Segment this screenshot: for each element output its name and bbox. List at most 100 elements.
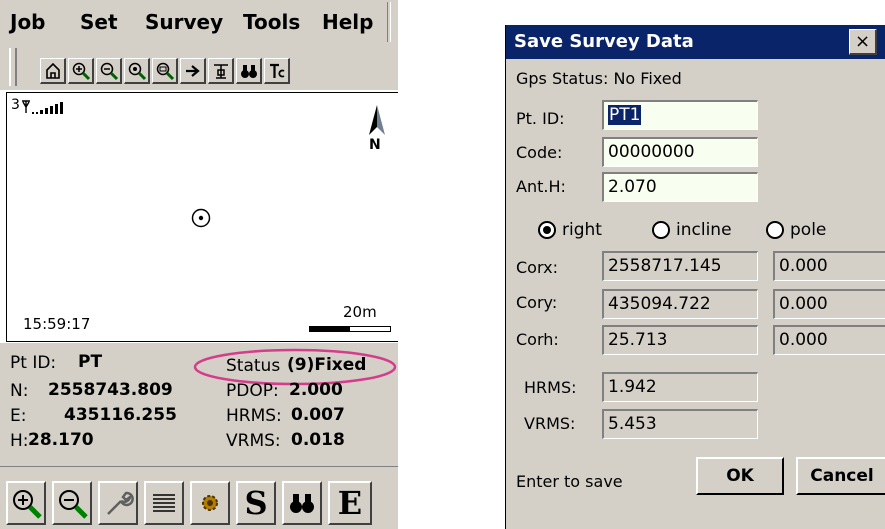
zoom-window-button[interactable]: [152, 58, 178, 84]
s-icon: S: [244, 484, 268, 522]
find-button[interactable]: [236, 58, 262, 84]
ok-button[interactable]: OK: [696, 457, 784, 495]
radio-right[interactable]: right: [538, 220, 602, 240]
code-field[interactable]: 00000000: [602, 137, 758, 167]
radio-incline-dot: [652, 221, 670, 239]
list-icon: [153, 494, 175, 512]
gps-time: 15:59:17: [23, 315, 91, 333]
zoom-extent-button[interactable]: [124, 58, 150, 84]
cancel-button[interactable]: Cancel: [796, 457, 885, 495]
pdop-value: 2.000: [289, 380, 343, 400]
position-marker-icon: [191, 208, 211, 228]
pt-id-label: Pt ID:: [10, 353, 57, 373]
zoom-out-icon: [59, 490, 88, 519]
gps-status-text: Gps Status: No Fixed: [516, 69, 682, 88]
settings-button[interactable]: [190, 481, 230, 525]
corx-label: Corx:: [516, 258, 558, 277]
hrms-value: 0.007: [291, 405, 345, 425]
signal-strength-icon: [22, 100, 63, 114]
close-icon: ×: [854, 31, 871, 52]
enter-to-save-text: Enter to save: [516, 472, 623, 491]
map-view[interactable]: 3 N 15:59:17 20m: [6, 92, 398, 342]
bottom-toolbar: S E: [0, 466, 398, 529]
easting-label: E:: [10, 406, 27, 426]
antenna-height-field[interactable]: 2.070: [602, 172, 758, 202]
status-value: (9)Fixed: [287, 355, 367, 375]
zoom-extent-icon: [128, 62, 146, 80]
antenna-height-label: Ant.H:: [516, 177, 566, 196]
cory-field[interactable]: 435094.722: [602, 289, 758, 319]
status-label: Status: [226, 356, 281, 376]
binoculars-icon: [290, 494, 314, 513]
dialog-vrms-field[interactable]: 5.453: [602, 409, 758, 439]
scale-label: 20m: [343, 303, 377, 321]
menu-bar: Job Set Survey Tools Help: [0, 0, 398, 44]
dialog-titlebar: Save Survey Data ×: [506, 25, 885, 59]
save-survey-dialog: Save Survey Data × Gps Status: No Fixed …: [505, 25, 885, 529]
home-icon: [45, 62, 60, 79]
position-info-panel: Pt ID: PT Status (9)Fixed N: 2558743.809…: [0, 343, 398, 466]
zoom-in-button[interactable]: [68, 58, 94, 84]
cory-offset-field[interactable]: 0.000: [773, 289, 885, 319]
radio-incline-label: incline: [676, 220, 732, 240]
arrow-right-icon: [185, 64, 200, 77]
radio-pole[interactable]: pole: [766, 220, 826, 240]
corx-field[interactable]: 2558717.145: [602, 251, 758, 281]
wrench-icon: [107, 491, 134, 515]
northing-label: N:: [10, 381, 29, 401]
tools-button[interactable]: [98, 481, 138, 525]
hrms-label: HRMS:: [226, 406, 282, 426]
edit-e-button[interactable]: E: [328, 481, 372, 525]
dialog-hrms-label: HRMS:: [524, 378, 577, 397]
code-label: Code:: [516, 143, 563, 162]
scale-bar: [309, 326, 391, 332]
list-button[interactable]: [144, 481, 184, 525]
corh-field[interactable]: 25.713: [602, 325, 758, 355]
toolbar-grip[interactable]: [9, 48, 17, 86]
close-button[interactable]: ×: [849, 29, 877, 55]
pt-id-label: Pt. ID:: [516, 109, 565, 128]
next-button[interactable]: [180, 58, 206, 84]
search-button[interactable]: [282, 481, 322, 525]
radio-pole-dot: [766, 221, 784, 239]
e-icon: E: [337, 484, 363, 522]
text-icon: [269, 63, 284, 78]
dialog-hrms-field[interactable]: 1.942: [602, 372, 758, 402]
antenna-button[interactable]: [208, 58, 234, 84]
corh-offset-field[interactable]: 0.000: [773, 325, 885, 355]
zoom-out-icon: [100, 62, 118, 80]
radio-incline[interactable]: incline: [652, 220, 732, 240]
pt-id-value: PT: [78, 352, 103, 372]
survey-screen: Job Set Survey Tools Help 3 N 15:59:17 2…: [0, 0, 398, 529]
corx-offset-field[interactable]: 0.000: [773, 251, 885, 281]
menu-help[interactable]: Help: [322, 10, 373, 34]
cory-label: Cory:: [516, 293, 558, 312]
vrms-value: 0.018: [291, 430, 345, 450]
gear-icon: [202, 495, 218, 511]
menu-tools[interactable]: Tools: [243, 10, 300, 34]
menu-job[interactable]: Job: [10, 10, 46, 34]
radio-right-dot: [538, 221, 556, 239]
height-label: H:: [10, 431, 29, 451]
survey-s-button[interactable]: S: [236, 481, 276, 525]
menu-set[interactable]: Set: [80, 10, 118, 34]
zoom-in-large-button[interactable]: [6, 481, 46, 525]
menu-survey[interactable]: Survey: [145, 10, 223, 34]
zoom-window-icon: [156, 62, 174, 80]
radio-pole-label: pole: [790, 220, 827, 240]
text-button[interactable]: [264, 58, 290, 84]
antenna-icon: [213, 63, 228, 79]
toolbar: [0, 44, 398, 90]
zoom-out-large-button[interactable]: [52, 481, 92, 525]
home-button[interactable]: [40, 58, 66, 84]
zoom-in-icon: [72, 62, 90, 80]
corh-label: Corh:: [516, 330, 559, 349]
pt-id-field[interactable]: PT1: [602, 100, 758, 130]
dialog-vrms-label: VRMS:: [524, 414, 576, 433]
zoom-out-button[interactable]: [96, 58, 122, 84]
height-value: 28.170: [28, 430, 94, 450]
binoculars-icon: [240, 64, 257, 78]
vrms-label: VRMS:: [226, 431, 281, 451]
north-label: N: [369, 137, 381, 153]
easting-value: 435116.255: [64, 405, 177, 425]
